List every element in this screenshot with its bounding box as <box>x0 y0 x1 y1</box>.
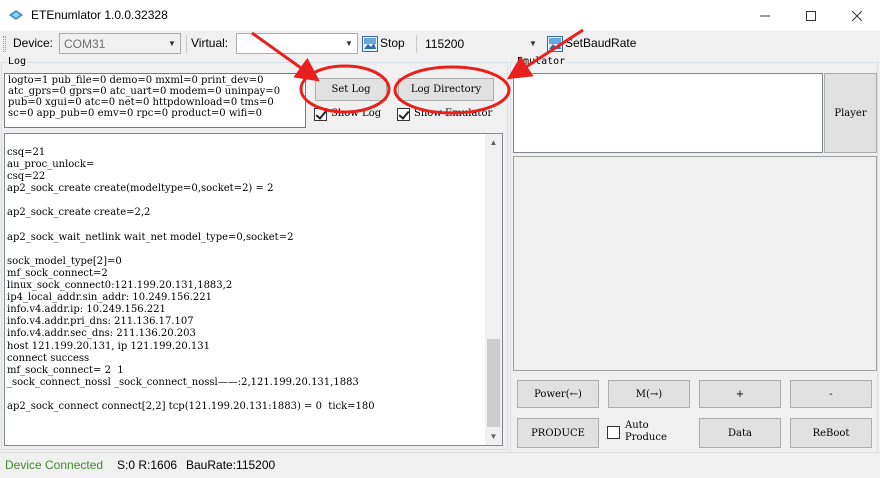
device-value: COM31 <box>64 37 106 51</box>
chevron-down-icon: ▼ <box>345 39 353 48</box>
produce-button[interactable]: PRODUCE <box>517 418 599 448</box>
baud-select[interactable]: 115200 ▼ <box>420 33 542 54</box>
plus-button[interactable]: + <box>699 380 781 408</box>
device-select[interactable]: COM31 ▼ <box>59 33 181 54</box>
log-output-text: csq=21 au_proc_unlock= csq=22 ap2_sock_c… <box>7 147 375 412</box>
show-log-label: Show Log <box>331 108 382 119</box>
emulator-group-label: Emulator <box>516 56 567 67</box>
window-title: ETEnumlator 1.0.0.32328 <box>31 8 168 22</box>
stop-icon <box>362 36 378 52</box>
show-log-checkbox[interactable] <box>314 108 327 121</box>
chevron-down-icon: ▼ <box>168 39 176 48</box>
set-baud-label: SetBaudRate <box>565 36 637 50</box>
auto-produce-label: Auto Produce <box>625 420 667 443</box>
virtual-select[interactable]: ▼ <box>236 33 358 54</box>
maximize-icon[interactable] <box>788 0 834 31</box>
counter-status: S:0 R:1606 <box>117 458 178 472</box>
stop-label: Stop <box>380 36 405 50</box>
log-group-label: Log <box>7 56 28 67</box>
show-emulator-label: Show Emulator <box>414 108 493 119</box>
toolbar: Device: COM31 ▼ Virtual: ▼ Stop 115200 ▼… <box>0 31 880 56</box>
virtual-label: Virtual: <box>191 36 229 50</box>
log-config-textbox[interactable]: logto=1 pub_file=0 demo=0 mxml=0 print_d… <box>4 73 306 128</box>
power-button[interactable]: Power(←) <box>517 380 599 408</box>
toolbar-grip[interactable] <box>3 36 6 52</box>
log-scrollbar[interactable]: ▲ ▼ <box>485 134 502 445</box>
minimize-icon[interactable] <box>742 0 788 31</box>
toolbar-separator <box>186 35 187 53</box>
menu-button[interactable]: M(→) <box>608 380 690 408</box>
app-logo-icon <box>9 10 23 20</box>
set-baud-rate-button[interactable]: SetBaudRate <box>547 31 642 56</box>
status-bar: Device Connected S:0 R:1606 BauRate:1152… <box>0 452 880 478</box>
emulator-display-top <box>513 73 823 153</box>
show-emulator-checkbox[interactable] <box>397 108 410 121</box>
data-button[interactable]: Data <box>699 418 781 448</box>
title-bar: ETEnumlator 1.0.0.32328 <box>0 0 880 31</box>
stop-button[interactable]: Stop <box>361 31 411 56</box>
scroll-thumb[interactable] <box>487 339 500 427</box>
baurate-status: BauRate:115200 <box>186 458 276 472</box>
device-label: Device: <box>13 36 54 50</box>
toolbar-separator <box>416 35 417 53</box>
connection-status: Device Connected <box>5 458 104 472</box>
scroll-down-icon[interactable]: ▼ <box>485 428 502 445</box>
log-directory-button[interactable]: Log Directory <box>398 78 494 101</box>
chevron-down-icon: ▼ <box>529 39 537 48</box>
set-log-button[interactable]: Set Log <box>315 78 387 101</box>
reboot-button[interactable]: ReBoot <box>790 418 872 448</box>
player-button[interactable]: Player <box>824 73 877 153</box>
scroll-up-icon[interactable]: ▲ <box>485 134 502 151</box>
set-baud-icon <box>547 36 563 52</box>
baud-value: 115200 <box>425 37 465 51</box>
log-output[interactable]: csq=21 au_proc_unlock= csq=22 ap2_sock_c… <box>4 133 503 446</box>
emulator-screen <box>513 156 877 371</box>
close-icon[interactable] <box>834 0 880 31</box>
minus-button[interactable]: - <box>790 380 872 408</box>
auto-produce-checkbox[interactable] <box>607 426 620 439</box>
